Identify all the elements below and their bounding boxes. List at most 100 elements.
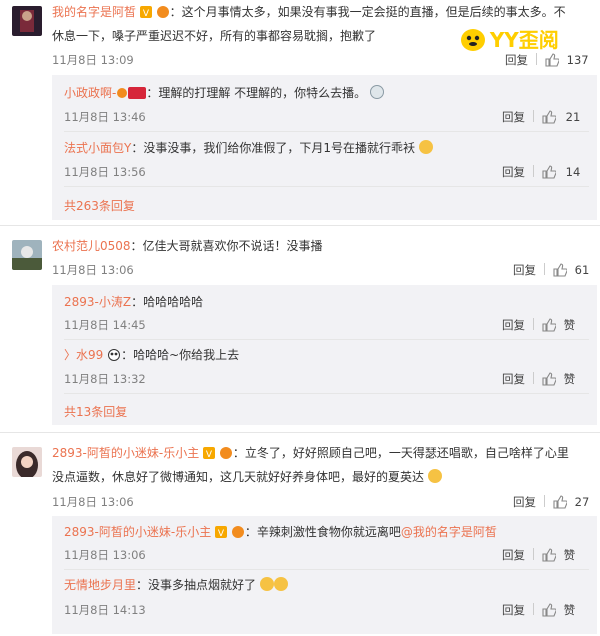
comment-author[interactable]: 农村范儿0508	[52, 239, 131, 253]
reply-item: 无情地步月里：没事多抽点烟就好了	[64, 575, 288, 595]
svg-text:V: V	[206, 450, 213, 459]
member-icon	[156, 4, 170, 24]
comment-body-1: ：亿佳大哥就喜欢你不说话！没事播	[130, 239, 323, 253]
avatar-image	[12, 447, 42, 477]
like-icon[interactable]	[542, 318, 557, 335]
comment-actions: 回复 27	[513, 494, 589, 512]
comment-body-1: ：这个月事情太多，如果没有事我一定会挺的直播，但是后续的事太多。不	[169, 5, 566, 19]
divider	[544, 263, 545, 275]
like-icon[interactable]	[542, 110, 557, 127]
reply-author[interactable]: 法式小面包Y	[64, 141, 131, 155]
verified-icon: V	[203, 445, 216, 465]
like-icon[interactable]	[542, 372, 557, 389]
like-icon[interactable]	[542, 603, 557, 620]
divider	[64, 569, 589, 570]
member-icon	[231, 524, 245, 544]
reply-time: 11月8日 14:45	[64, 318, 146, 332]
reply-item: 2893-阿皙的小迷妹-乐小主 V ：辛辣刺激性食物你就远离吧@我的名字是阿皙	[64, 522, 497, 544]
reply-button[interactable]: 回复	[513, 263, 536, 277]
divider	[533, 318, 534, 330]
divider	[533, 548, 534, 560]
reply-actions: 回复 赞	[502, 371, 575, 389]
like-icon[interactable]	[545, 53, 560, 70]
like-icon[interactable]	[553, 263, 568, 280]
reply-author[interactable]: 2893-阿皙的小迷妹-乐小主	[64, 525, 211, 539]
comment-actions: 回复 137	[505, 52, 589, 70]
avatar[interactable]	[12, 6, 42, 36]
svg-text:V: V	[218, 529, 225, 538]
comment-text-cont: 没点逼数，休息好了微博通知，这几天就好好养身体吧，最好的夏英达	[52, 467, 442, 487]
reply-time: 11月8日 14:13	[64, 603, 146, 617]
svg-text:V: V	[143, 9, 150, 18]
mention-link[interactable]: @我的名字是阿皙	[401, 525, 497, 539]
reply-actions: 回复 赞	[502, 547, 575, 565]
like-icon[interactable]	[553, 495, 568, 512]
more-replies-link[interactable]: 共263条回复	[64, 197, 135, 214]
avatar-image	[12, 6, 42, 36]
reply-actions: 回复 赞	[502, 317, 575, 335]
reply-item: 法式小面包Y：没事没事，我们给你准假了，下月1号在播就行乖袄	[64, 138, 433, 158]
comment-author[interactable]: 2893-阿皙的小迷妹-乐小主	[52, 446, 199, 460]
reply-author[interactable]: 小政政啊-	[64, 86, 116, 100]
reply-button[interactable]: 回复	[502, 165, 525, 179]
reply-author[interactable]: 2893-小涛Z	[64, 295, 131, 309]
like-icon[interactable]	[542, 165, 557, 182]
reply-time: 11月8日 13:56	[64, 165, 146, 179]
level-badge-icon	[128, 85, 147, 105]
divider	[533, 165, 534, 177]
reply-item: 小政政啊- ：理解的打理解 不理解的，你特么去播。	[64, 83, 384, 105]
avatar[interactable]	[12, 447, 42, 477]
reply-body: ：没事多抽点烟就好了	[136, 578, 257, 592]
comment-text-cont: 休息一下，嗓子严重迟迟不好，所有的事都容易耽搁，抱歉了	[52, 26, 376, 46]
reply-button[interactable]: 回复	[502, 548, 525, 562]
reply-body: ：辛辣刺激性食物你就远离吧	[244, 525, 401, 539]
verified-icon: V	[139, 4, 152, 24]
reply-actions: 回复 赞	[502, 602, 575, 620]
reply-button[interactable]: 回复	[502, 372, 525, 386]
like-button[interactable]: 赞	[564, 548, 576, 562]
like-count: 61	[574, 263, 590, 277]
emoji-icon	[418, 140, 433, 154]
avatar[interactable]	[12, 240, 42, 270]
divider	[64, 393, 589, 394]
comment-time: 11月8日 13:06	[52, 263, 134, 277]
like-button[interactable]: 赞	[564, 603, 576, 617]
yy-bear-icon	[461, 28, 485, 51]
reply-time: 11月8日 13:06	[64, 548, 146, 562]
divider	[64, 186, 589, 187]
more-replies-link[interactable]: 共13条回复	[64, 403, 127, 420]
reply-body: ：哈哈哈~你给我上去	[121, 348, 240, 362]
divider	[64, 339, 589, 340]
reply-button[interactable]: 回复	[502, 318, 525, 332]
reply-actions: 回复 14	[502, 164, 580, 182]
verified-icon: V	[215, 524, 228, 544]
like-button[interactable]: 赞	[564, 372, 576, 386]
comment-text: 我的名字是阿皙 V ：这个月事情太多，如果没有事我一定会挺的直播，但是后续的事太…	[52, 2, 592, 24]
divider	[536, 53, 537, 65]
reply-button[interactable]: 回复	[505, 53, 528, 67]
like-count: 21	[565, 110, 581, 124]
divider	[544, 495, 545, 507]
like-button[interactable]: 赞	[564, 318, 576, 332]
like-icon[interactable]	[542, 548, 557, 565]
emoji-icon	[370, 85, 384, 99]
reply-author[interactable]: 〉水99	[64, 348, 103, 362]
comment-time: 11月8日 13:09	[52, 53, 134, 67]
divider	[533, 372, 534, 384]
reply-item: 〉水99 ：哈哈哈~你给我上去	[64, 345, 239, 367]
emoji-icon	[427, 469, 442, 483]
comment-text: 2893-阿皙的小迷妹-乐小主 V ：立冬了，好好照顾自己吧，一天得瑟还唱歌，自…	[52, 443, 569, 465]
avatar-image	[12, 240, 42, 270]
reply-time: 11月8日 13:32	[64, 372, 146, 386]
divider	[533, 603, 534, 615]
comment-author[interactable]: 我的名字是阿皙	[52, 5, 136, 19]
reply-button[interactable]: 回复	[502, 603, 525, 617]
comment-actions: 回复 61	[513, 262, 589, 280]
reply-button[interactable]: 回复	[513, 495, 536, 509]
comment-time: 11月8日 13:06	[52, 495, 134, 509]
panda-icon	[107, 347, 121, 367]
like-count: 14	[565, 165, 581, 179]
reply-author[interactable]: 无情地步月里	[64, 578, 136, 592]
reply-time: 11月8日 13:46	[64, 110, 146, 124]
reply-button[interactable]: 回复	[502, 110, 525, 124]
